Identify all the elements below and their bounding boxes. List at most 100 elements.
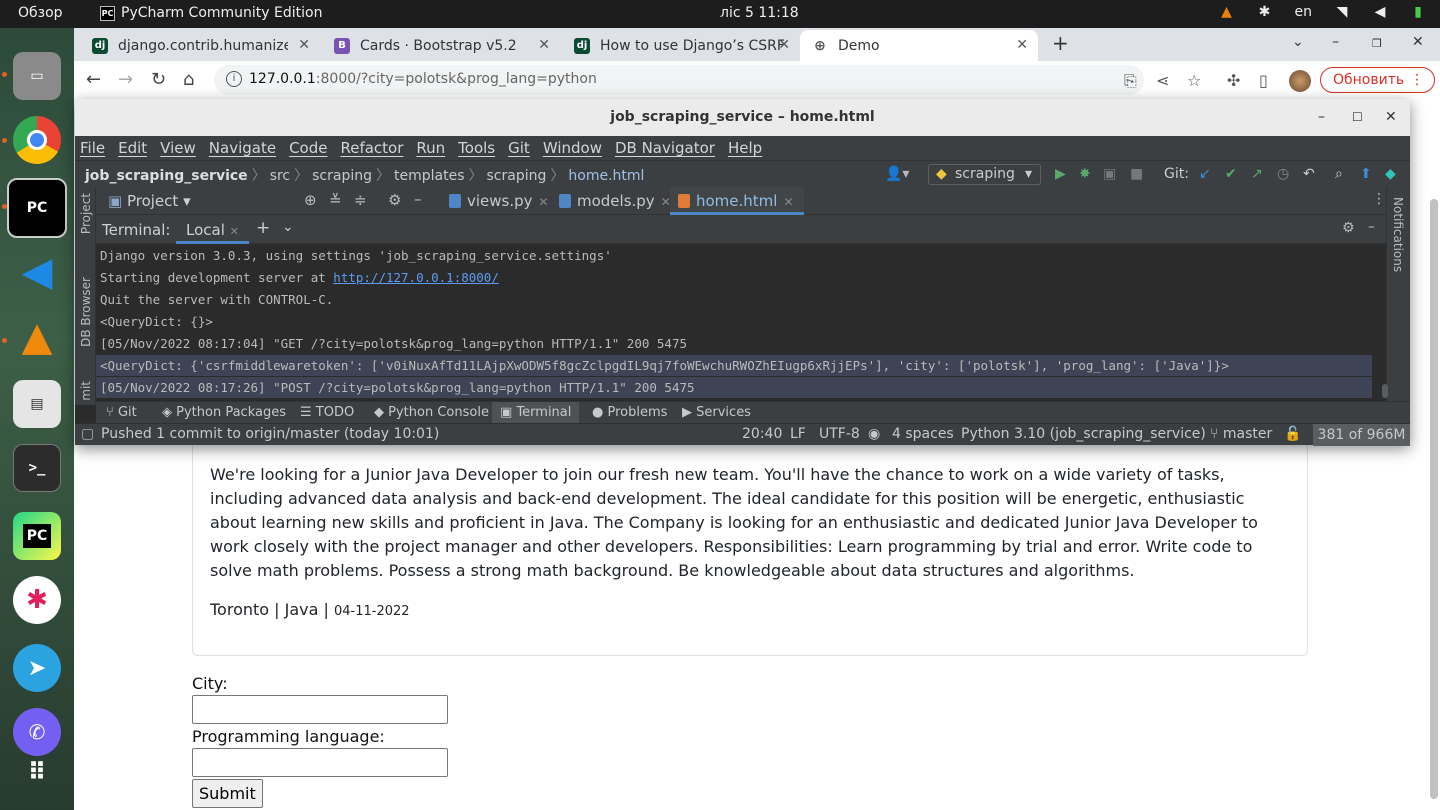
jetbrains-icon[interactable]: ◆	[1385, 166, 1396, 182]
submit-button[interactable]: Submit	[192, 779, 263, 808]
git-push-icon[interactable]: ↗	[1251, 166, 1263, 182]
project-tool-button[interactable]: Project	[79, 193, 93, 234]
breadcrumb-item[interactable]: scraping	[312, 168, 372, 184]
menu-help[interactable]: Help	[728, 136, 768, 160]
debug-icon[interactable]: ✸	[1079, 166, 1091, 182]
hide-panel-icon[interactable]: –	[1368, 219, 1375, 235]
panel-toggle-icon[interactable]: ▢	[81, 426, 94, 442]
terminal-scrollbar[interactable]	[1382, 384, 1388, 398]
browser-tab[interactable]: dj How to use Django’s CSRF ✕	[562, 30, 800, 61]
menu-git[interactable]: Git	[508, 136, 536, 160]
share-icon[interactable]: ⋖	[1156, 71, 1169, 90]
breadcrumb-project[interactable]: job_scraping_service	[85, 168, 248, 184]
tool-git[interactable]: ⑂ Git	[106, 405, 137, 420]
menu-tools[interactable]: Tools	[458, 136, 501, 160]
tool-python-packages[interactable]: ◈ Python Packages	[162, 405, 286, 420]
browser-tab[interactable]: B Cards · Bootstrap v5.2 ✕	[322, 30, 560, 61]
browser-tab[interactable]: dj django.contrib.humanize ✕	[80, 30, 320, 61]
git-commit-icon[interactable]: ✔	[1225, 166, 1237, 182]
close-icon[interactable]: ✕	[538, 37, 550, 53]
page-scrollbar[interactable]	[1428, 199, 1438, 807]
activities-button[interactable]: Обзор	[18, 5, 63, 21]
back-arrow-icon[interactable]: ←	[86, 69, 101, 90]
server-link[interactable]: http://127.0.0.1:8000/	[333, 270, 499, 285]
git-branch[interactable]: ⑂ master	[1210, 426, 1272, 442]
expand-all-icon[interactable]: ≚	[329, 191, 342, 209]
collapse-all-icon[interactable]: ≑	[354, 191, 367, 209]
close-icon[interactable]: ✕	[539, 195, 549, 209]
user-icon[interactable]: 👤▾	[885, 166, 909, 182]
lock-icon[interactable]: 🔓	[1284, 426, 1301, 442]
battery-icon[interactable]: ▮	[1410, 4, 1426, 20]
eye-icon[interactable]: ◉	[868, 426, 880, 442]
home-icon[interactable]: ⌂	[183, 69, 194, 90]
app-menu[interactable]: PC PyCharm Community Edition	[100, 5, 322, 21]
url-text[interactable]: 127.0.0.1:8000/?city=polotsk&prog_lang=p…	[249, 71, 597, 87]
rollback-icon[interactable]: ↶	[1303, 166, 1315, 182]
clock[interactable]: ліс 5 11:18	[720, 5, 799, 21]
menu-edit[interactable]: Edit	[118, 136, 153, 160]
stop-icon[interactable]: ■	[1130, 166, 1143, 182]
slack-icon[interactable]: ✱	[13, 576, 61, 624]
close-icon[interactable]: ✕	[1016, 37, 1028, 53]
search-icon[interactable]: ⌕	[1335, 166, 1343, 182]
new-terminal-button[interactable]: +	[256, 218, 270, 238]
menu-db-navigator[interactable]: DB Navigator	[615, 136, 721, 160]
app-grid-icon[interactable]: ⠿	[13, 748, 61, 796]
commit-tool-button[interactable]: mit	[79, 381, 93, 401]
ide-update-icon[interactable]: ⬆	[1360, 166, 1372, 182]
close-icon[interactable]: ✕	[298, 37, 310, 53]
indent-setting[interactable]: 4 spaces	[892, 426, 954, 442]
tab-search-chevron-down-icon[interactable]: ⌄	[1292, 34, 1304, 50]
breadcrumb-file[interactable]: home.html	[568, 168, 644, 184]
editor-tab-active[interactable]: home.html ✕	[670, 187, 804, 215]
pycharm-icon[interactable]: PC	[7, 178, 67, 238]
menu-file[interactable]: File	[80, 136, 111, 160]
menu-run[interactable]: Run	[416, 136, 451, 160]
tool-todo[interactable]: ☰ TODO	[300, 405, 354, 420]
history-icon[interactable]: ◷	[1277, 166, 1289, 182]
locate-icon[interactable]: ⊕	[304, 191, 317, 209]
hide-panel-icon[interactable]: –	[414, 190, 422, 208]
pycharm-edu-icon[interactable]: PC	[13, 512, 61, 560]
breadcrumb-item[interactable]: src	[270, 168, 290, 184]
line-separator[interactable]: LF	[790, 426, 806, 442]
language-indicator[interactable]: en	[1295, 4, 1313, 20]
programming-language-input[interactable]	[192, 748, 448, 777]
coverage-icon[interactable]: ▣	[1103, 166, 1116, 182]
run-icon[interactable]: ▶	[1055, 166, 1066, 182]
menu-code[interactable]: Code	[289, 136, 333, 160]
profile-avatar[interactable]	[1289, 70, 1311, 92]
menu-view[interactable]: View	[160, 136, 202, 160]
breadcrumb-item[interactable]: templates	[394, 168, 465, 184]
close-icon[interactable]: ✕	[230, 225, 239, 238]
tool-terminal[interactable]: ▣ Terminal	[492, 402, 580, 424]
terminal-tab-local[interactable]: Local ✕	[176, 215, 249, 244]
minimize-button[interactable]: –	[1318, 99, 1325, 136]
address-bar[interactable]: i 127.0.0.1:8000/?city=polotsk&prog_lang…	[214, 65, 1144, 95]
translate-icon[interactable]: ⎘	[1124, 71, 1137, 91]
vlc-icon[interactable]: ▲	[13, 313, 61, 361]
more-tabs-icon[interactable]: ⋮	[1372, 191, 1386, 207]
python-interpreter[interactable]: Python 3.10 (job_scraping_service)	[961, 426, 1206, 442]
close-icon[interactable]: ✕	[783, 195, 793, 209]
editor-tab[interactable]: views.py ✕	[441, 187, 559, 215]
menu-refactor[interactable]: Refactor	[340, 136, 409, 160]
status-message[interactable]: Pushed 1 commit to origin/master (today …	[101, 426, 439, 442]
bookmark-star-icon[interactable]: ☆	[1187, 71, 1201, 90]
maximize-button[interactable]: ☐	[1352, 99, 1363, 136]
update-button[interactable]: Обновить ⋮	[1320, 67, 1436, 93]
project-view-selector[interactable]: ▣ Project ▾	[108, 192, 191, 210]
window-titlebar[interactable]: job_scraping_service – home.html – ☐ ✕	[75, 99, 1410, 136]
tool-problems[interactable]: ● Problems	[592, 405, 667, 420]
scrollbar-thumb[interactable]	[1430, 199, 1438, 799]
forward-arrow-icon[interactable]: →	[118, 69, 133, 90]
vscode-icon[interactable]: ◀	[13, 248, 61, 296]
document-viewer-icon[interactable]: ▤	[13, 380, 61, 428]
side-panel-icon[interactable]: ▯	[1259, 71, 1268, 90]
git-update-icon[interactable]: ↙	[1199, 166, 1211, 182]
vlc-tray-icon[interactable]: ▲	[1219, 4, 1235, 20]
close-window-button[interactable]: ✕	[1385, 99, 1397, 136]
volume-icon[interactable]: ◀	[1372, 4, 1388, 20]
extensions-puzzle-icon[interactable]: ✣	[1227, 71, 1240, 90]
